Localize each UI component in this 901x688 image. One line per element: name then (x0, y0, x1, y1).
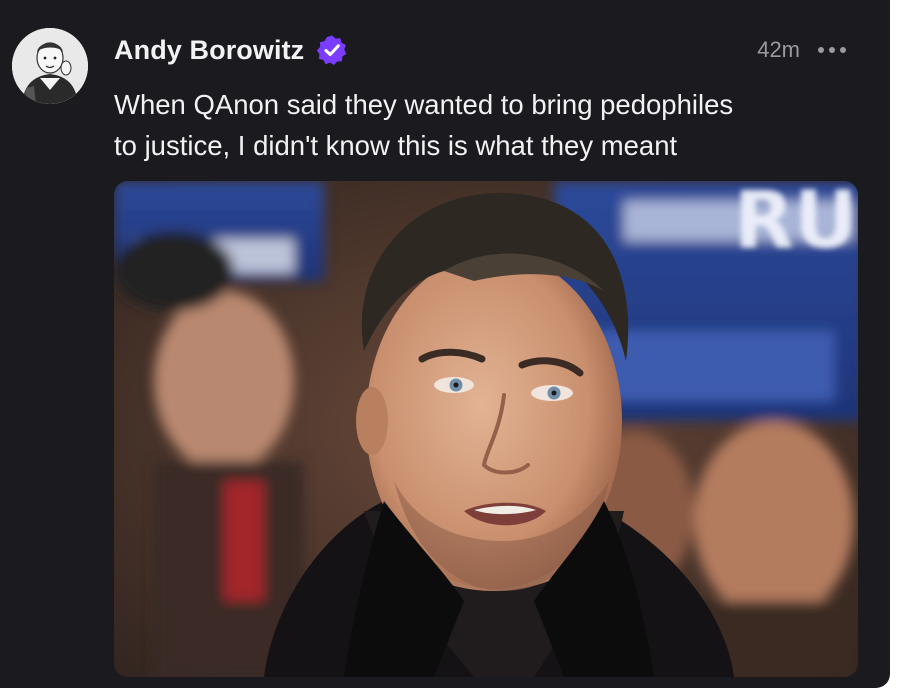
author-header: Andy Borowitz (114, 30, 348, 70)
verified-badge-icon (316, 34, 348, 66)
post-text-line-1: When QAnon said they wanted to bring ped… (114, 89, 734, 120)
dot-icon (818, 47, 824, 53)
post-text-line-2: to justice, I didn't know this is what t… (114, 130, 678, 161)
dot-icon (829, 47, 835, 53)
post-card: Andy Borowitz 42m When QAnon said they w… (0, 0, 890, 688)
post-timestamp[interactable]: 42m (757, 37, 800, 63)
photo-illustration: RUM (114, 181, 858, 677)
more-options-icon[interactable] (818, 47, 846, 53)
dot-icon (840, 47, 846, 53)
sign-text: RUM (734, 181, 858, 266)
author-name[interactable]: Andy Borowitz (114, 35, 304, 66)
post-text: When QAnon said they wanted to bring ped… (114, 84, 874, 166)
author-avatar[interactable] (12, 28, 88, 104)
avatar-image (12, 28, 88, 104)
post-meta: 42m (757, 32, 846, 68)
post-image[interactable]: RUM (114, 181, 858, 677)
